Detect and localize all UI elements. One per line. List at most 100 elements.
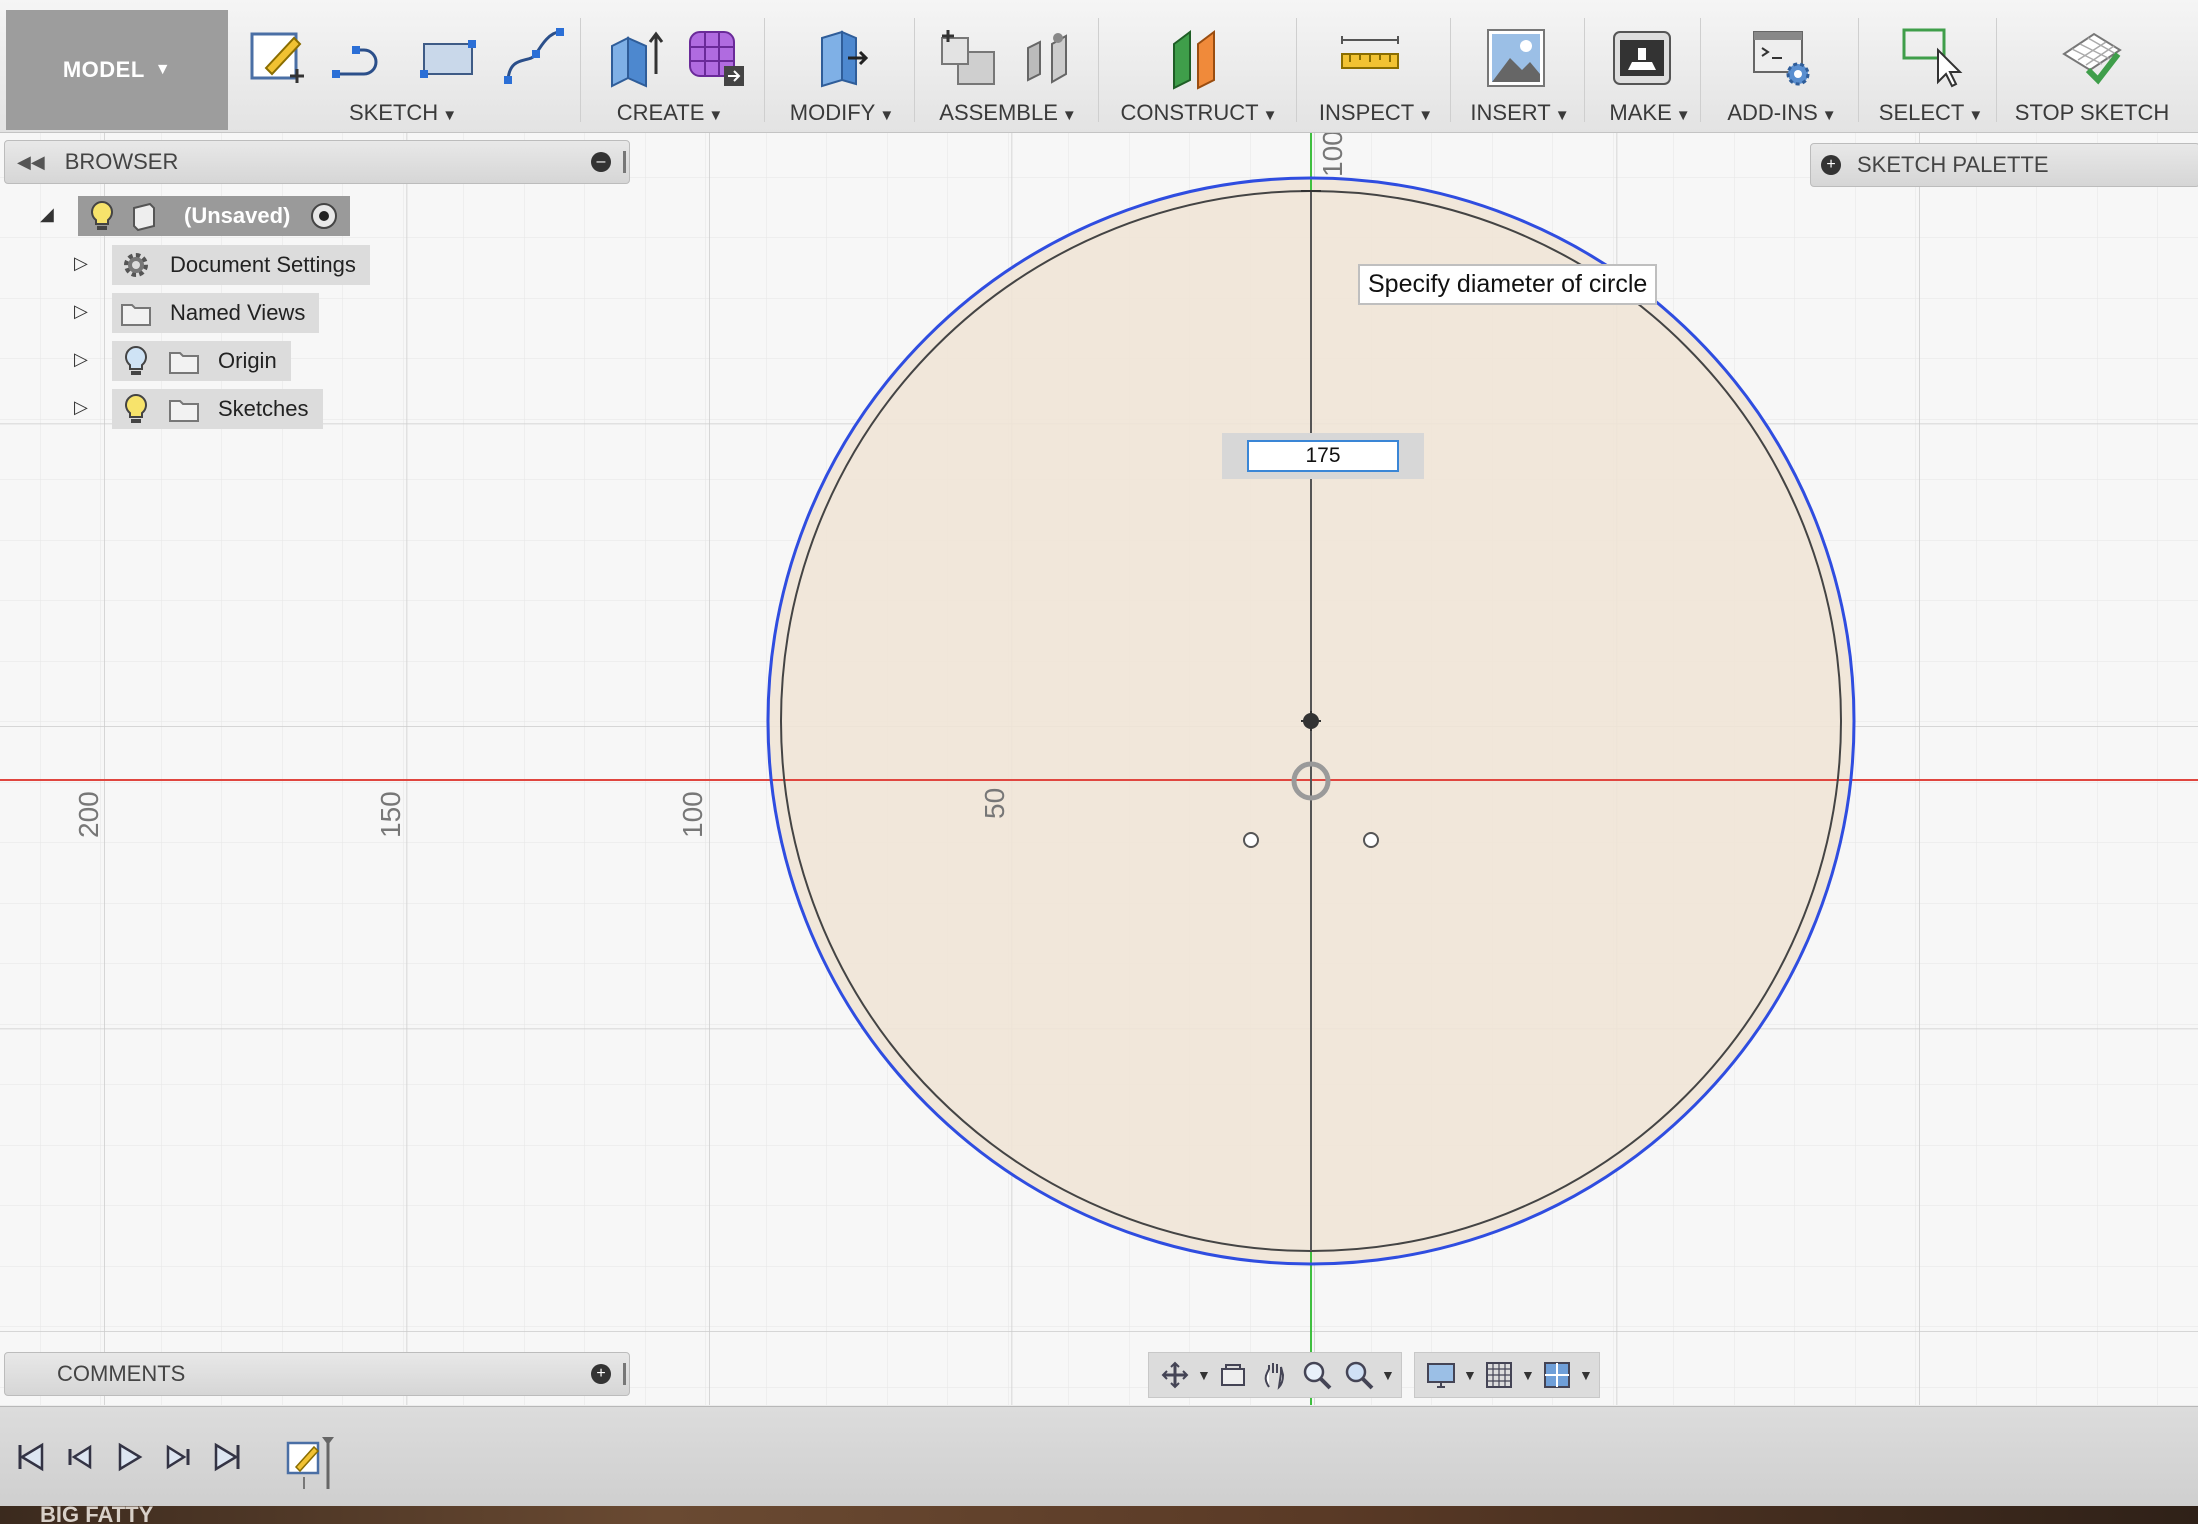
ruler-label-50: 50: [979, 788, 1010, 819]
workspace-switcher-button[interactable]: MODEL ▼: [6, 10, 228, 130]
chevron-down-icon[interactable]: ▼: [1521, 1367, 1535, 1383]
browser-item-sketches[interactable]: ▷ Sketches: [70, 389, 323, 429]
play-icon[interactable]: [108, 1437, 148, 1477]
inspect-menu[interactable]: INSPECT ▼: [1306, 100, 1446, 126]
modify-group: MODIFY ▼: [774, 10, 910, 130]
lightbulb-icon[interactable]: [118, 391, 154, 427]
spline-tool-icon[interactable]: [500, 24, 568, 92]
display-settings-group: ▼ ▼ ▼: [1414, 1352, 1600, 1398]
timeline-bar: [0, 1406, 2198, 1507]
diameter-input[interactable]: [1247, 440, 1399, 472]
browser-item-label: Sketches: [218, 396, 309, 421]
sketch-palette-title: SKETCH PALETTE: [1857, 152, 2049, 177]
sketch-group: SKETCH ▼: [238, 10, 568, 130]
folder-icon: [118, 295, 154, 331]
snap-point-right[interactable]: [1363, 832, 1379, 848]
chevron-down-icon: ▼: [154, 61, 172, 78]
joint-icon[interactable]: [1018, 24, 1086, 92]
timeline-sketch-feature-icon[interactable]: [282, 1431, 338, 1491]
select-icon[interactable]: [1898, 24, 1966, 92]
canvas-graphics: 200 150 100 50 100: [0, 133, 2198, 1405]
fit-icon[interactable]: [1339, 1355, 1379, 1395]
expand-triangle-icon[interactable]: ▷: [74, 397, 88, 418]
ruler-label-150: 150: [375, 791, 406, 838]
go-to-start-icon[interactable]: [10, 1437, 50, 1477]
panel-resize-handle[interactable]: [623, 1363, 626, 1385]
browser-item-label: Named Views: [170, 300, 306, 325]
add-comment-icon[interactable]: +: [591, 1364, 611, 1384]
sketch-palette-header[interactable]: + SKETCH PALETTE: [1810, 143, 2198, 187]
workspace-label: MODEL: [62, 57, 145, 82]
chevron-down-icon[interactable]: ▼: [1579, 1367, 1593, 1383]
new-component-icon[interactable]: [934, 24, 1002, 92]
chevron-down-icon[interactable]: ▼: [1381, 1367, 1395, 1383]
3d-print-icon[interactable]: [1608, 24, 1676, 92]
modify-menu[interactable]: MODIFY ▼: [774, 100, 910, 126]
comments-title: COMMENTS: [57, 1361, 186, 1386]
minimize-icon[interactable]: –: [591, 152, 611, 172]
component-icon: [126, 198, 162, 234]
extrude-icon[interactable]: [602, 24, 670, 92]
browser-item-label: Document Settings: [170, 252, 356, 277]
browser-item-origin[interactable]: ▷ Origin: [70, 341, 291, 381]
activate-radio-icon[interactable]: [306, 198, 342, 234]
collapse-triangle-icon[interactable]: ◢: [40, 204, 54, 225]
expand-plus-icon[interactable]: +: [1821, 155, 1841, 175]
offset-plane-icon[interactable]: [1164, 24, 1232, 92]
select-menu[interactable]: SELECT ▼: [1868, 100, 1994, 126]
pan-hand-icon[interactable]: [1255, 1355, 1295, 1395]
sketch-menu[interactable]: SKETCH ▼: [238, 100, 568, 126]
line-tool-icon[interactable]: [328, 24, 396, 92]
create-sketch-icon[interactable]: [244, 24, 312, 92]
construct-menu[interactable]: CONSTRUCT ▼: [1108, 100, 1290, 126]
go-to-end-icon[interactable]: [208, 1437, 248, 1477]
insert-image-icon[interactable]: [1482, 24, 1550, 92]
look-at-icon[interactable]: [1213, 1355, 1253, 1395]
zoom-icon[interactable]: [1297, 1355, 1337, 1395]
orbit-icon[interactable]: [1155, 1355, 1195, 1395]
grid-snaps-icon[interactable]: [1479, 1355, 1519, 1395]
addins-menu[interactable]: ADD-INS ▼: [1710, 100, 1854, 126]
panel-resize-handle[interactable]: [623, 151, 626, 173]
make-group: MAKE ▼: [1594, 10, 1706, 130]
create-menu[interactable]: CREATE ▼: [590, 100, 750, 126]
folder-icon: [166, 391, 202, 427]
step-forward-icon[interactable]: [158, 1437, 198, 1477]
create-group: CREATE ▼: [590, 10, 750, 130]
rectangle-tool-icon[interactable]: [414, 24, 482, 92]
make-menu[interactable]: MAKE ▼: [1594, 100, 1706, 126]
browser-root-row[interactable]: ◢ (Unsaved): [40, 196, 351, 236]
nav-tools-group: ▼ ▼: [1148, 1352, 1402, 1398]
create-form-icon[interactable]: [682, 24, 750, 92]
stop-sketch-icon[interactable]: [2058, 24, 2126, 92]
chevron-down-icon[interactable]: ▼: [1197, 1367, 1211, 1383]
insert-group: INSERT ▼: [1460, 10, 1580, 130]
viewports-icon[interactable]: [1537, 1355, 1577, 1395]
comments-panel-header[interactable]: COMMENTS +: [4, 1352, 630, 1396]
folder-icon: [166, 343, 202, 379]
insert-menu[interactable]: INSERT ▼: [1460, 100, 1580, 126]
browser-item-label: Origin: [218, 348, 277, 373]
lightbulb-off-icon[interactable]: [118, 343, 154, 379]
scripts-addins-icon[interactable]: [1748, 24, 1816, 92]
chevron-down-icon[interactable]: ▼: [1463, 1367, 1477, 1383]
browser-item-named-views[interactable]: ▷ Named Views: [70, 293, 320, 333]
stop-sketch-button[interactable]: STOP SKETCH: [2006, 100, 2178, 126]
press-pull-icon[interactable]: [808, 24, 876, 92]
navigation-bar: ▼ ▼ ▼ ▼ ▼: [1148, 1352, 1600, 1398]
select-group: SELECT ▼: [1868, 10, 1994, 130]
display-settings-icon[interactable]: [1421, 1355, 1461, 1395]
snap-point-left[interactable]: [1243, 832, 1259, 848]
browser-item-document-settings[interactable]: ▷ Document Settings: [70, 245, 370, 285]
expand-triangle-icon[interactable]: ▷: [74, 301, 88, 322]
collapse-panel-icon[interactable]: ◀◀: [17, 152, 45, 173]
browser-panel-header[interactable]: ◀◀ BROWSER –: [4, 140, 630, 184]
step-back-icon[interactable]: [60, 1437, 100, 1477]
dimension-input-wrapper: [1222, 433, 1424, 479]
measure-icon[interactable]: [1336, 24, 1404, 92]
sketch-canvas[interactable]: 200 150 100 50 100: [0, 133, 2198, 1405]
assemble-menu[interactable]: ASSEMBLE ▼: [924, 100, 1092, 126]
lightbulb-icon[interactable]: [84, 198, 120, 234]
expand-triangle-icon[interactable]: ▷: [74, 253, 88, 274]
expand-triangle-icon[interactable]: ▷: [74, 349, 88, 370]
